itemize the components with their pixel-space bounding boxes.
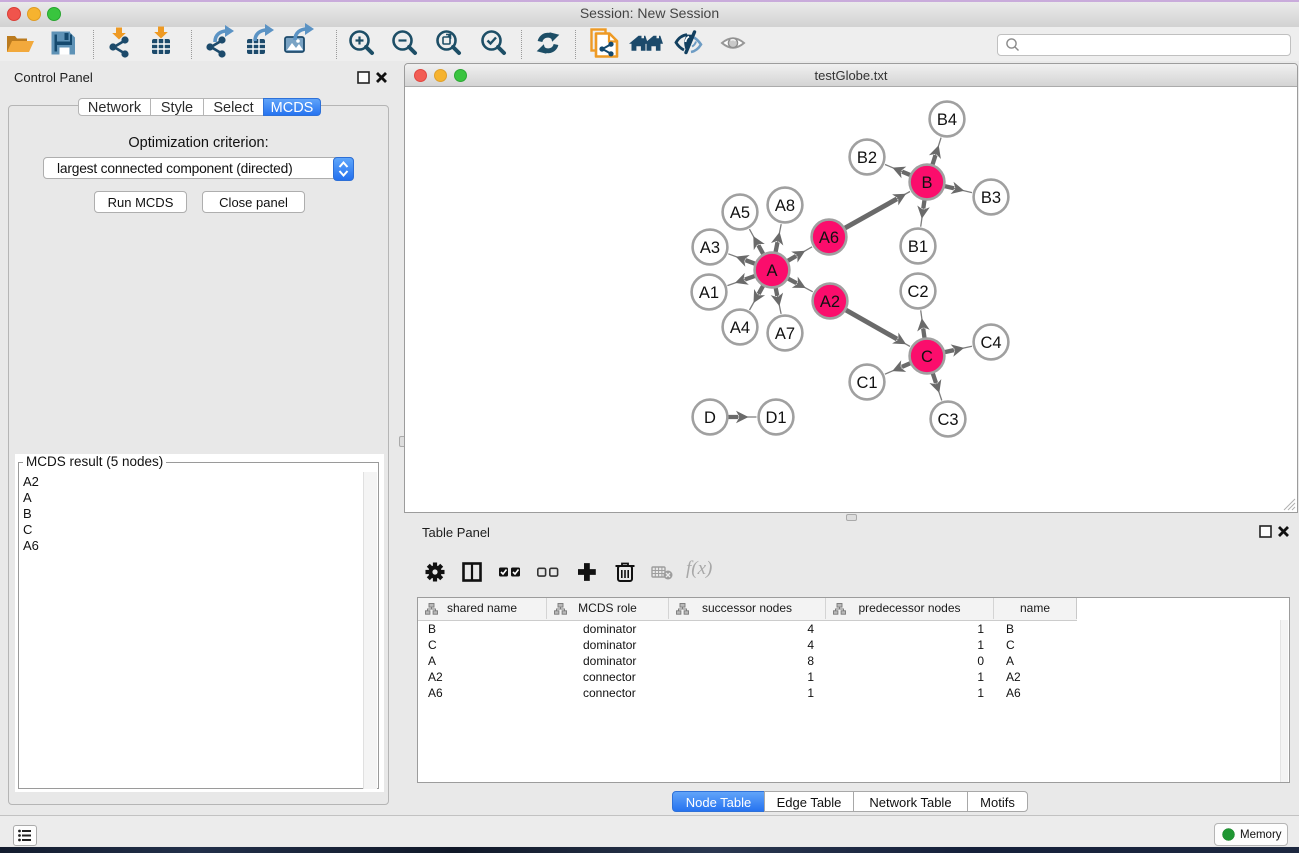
svg-text:C3: C3 xyxy=(937,411,958,429)
svg-text:C1: C1 xyxy=(856,374,877,392)
svg-text:D: D xyxy=(704,409,716,427)
svg-text:C: C xyxy=(921,348,933,366)
svg-text:B2: B2 xyxy=(857,149,877,167)
svg-text:B4: B4 xyxy=(937,111,957,129)
svg-text:B3: B3 xyxy=(981,189,1001,207)
svg-text:C2: C2 xyxy=(907,283,928,301)
svg-text:A1: A1 xyxy=(699,284,719,302)
svg-text:B: B xyxy=(921,174,932,192)
svg-text:A2: A2 xyxy=(820,293,840,311)
svg-text:A3: A3 xyxy=(700,239,720,257)
svg-text:A: A xyxy=(766,262,777,280)
svg-text:A4: A4 xyxy=(730,319,750,337)
svg-text:C4: C4 xyxy=(980,334,1001,352)
svg-text:B1: B1 xyxy=(908,238,928,256)
svg-text:D1: D1 xyxy=(765,409,786,427)
svg-text:A7: A7 xyxy=(775,325,795,343)
svg-text:A8: A8 xyxy=(775,197,795,215)
svg-text:A5: A5 xyxy=(730,204,750,222)
svg-text:A6: A6 xyxy=(819,229,839,247)
